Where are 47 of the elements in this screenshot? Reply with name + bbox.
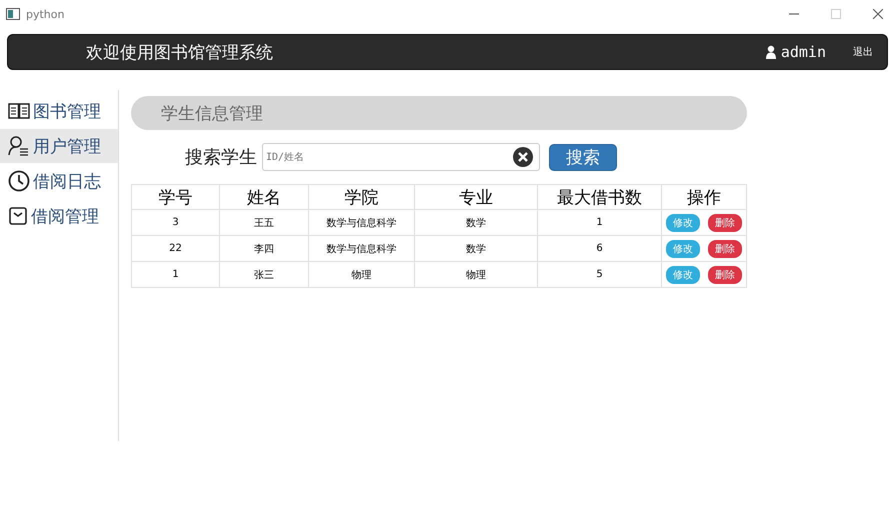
delete-button[interactable]: 删除 (708, 240, 742, 258)
table-cell: 张三 (220, 262, 308, 288)
table-cell: 3 (132, 210, 220, 236)
sidebar-item[interactable]: 用户管理 (0, 129, 118, 163)
delete-button[interactable]: 删除 (708, 214, 742, 232)
edit-button[interactable]: 修改 (666, 240, 700, 258)
sidebar-item[interactable]: 借阅日志 (0, 164, 118, 198)
table-cell: 物理 (414, 262, 538, 288)
sidebar-item[interactable]: 借阅管理 (0, 199, 118, 233)
app-title: 欢迎使用图书馆管理系统 (86, 42, 273, 64)
table-cell: 1 (132, 262, 220, 288)
table-cell: 6 (538, 236, 662, 262)
table-cell: 王五 (220, 210, 308, 236)
edit-button[interactable]: 修改 (666, 266, 700, 284)
window-title: python (26, 8, 64, 20)
search-button[interactable]: 搜索 (549, 144, 617, 170)
edit-button[interactable]: 修改 (666, 214, 700, 232)
user-icon (766, 45, 776, 59)
app-icon (6, 8, 20, 20)
table-cell: 数学与信息科学 (308, 236, 414, 262)
column-header: 操作 (662, 184, 746, 210)
table-cell: 22 (132, 236, 220, 262)
clock-icon (8, 170, 30, 192)
inbox-icon (8, 206, 28, 226)
table-cell: 数学 (414, 236, 538, 262)
sidebar-item[interactable]: 图书管理 (0, 94, 118, 128)
table-cell: 物理 (308, 262, 414, 288)
section-header: 学生信息管理 (131, 96, 747, 130)
column-header: 最大借书数 (538, 184, 662, 210)
logout-button[interactable]: 退出 (853, 45, 873, 59)
delete-button[interactable]: 删除 (708, 266, 742, 284)
username: admin (780, 43, 826, 61)
table-cell: 数学与信息科学 (308, 210, 414, 236)
search-field[interactable]: ID/姓名 (262, 143, 540, 171)
column-header: 学院 (308, 184, 414, 210)
table-cell: 数学 (414, 210, 538, 236)
table-cell: 李四 (220, 236, 308, 262)
clear-icon[interactable] (513, 147, 533, 167)
table-cell: 5 (538, 262, 662, 288)
close-icon[interactable] (873, 9, 883, 19)
column-header: 专业 (414, 184, 538, 210)
user-list-icon (8, 136, 30, 156)
book-icon (8, 103, 30, 119)
search-label: 搜索学生 (185, 146, 257, 169)
column-header: 学号 (132, 184, 220, 210)
column-header: 姓名 (220, 184, 308, 210)
table-cell: 1 (538, 210, 662, 236)
